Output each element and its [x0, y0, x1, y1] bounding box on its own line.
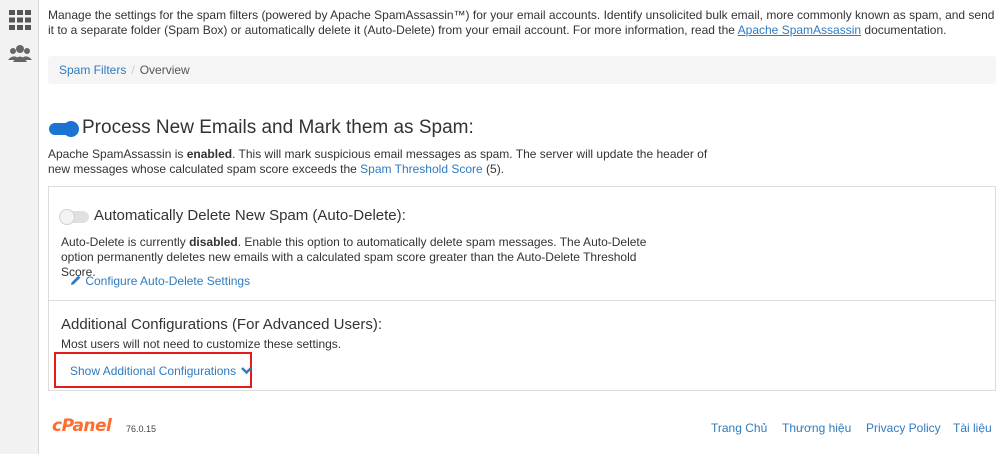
- intro-text: Manage the settings for the spam filters…: [48, 8, 998, 38]
- show-additional-label: Show Additional Configurations: [70, 364, 237, 378]
- breadcrumb: Spam Filters / Overview: [48, 56, 996, 84]
- footer-link-home[interactable]: Trang Chủ: [711, 421, 767, 435]
- configure-auto-delete-link[interactable]: Configure Auto-Delete Settings: [70, 274, 250, 288]
- chevron-down-icon: [241, 367, 253, 375]
- left-sidebar: [0, 0, 39, 454]
- additional-config-description: Most users will not need to customize th…: [61, 337, 342, 351]
- status-enabled: enabled: [186, 147, 233, 161]
- footer-link-documentation[interactable]: Tài liệu: [953, 421, 992, 435]
- desc-part: (5).: [482, 162, 505, 176]
- version-number: 76.0.15: [126, 424, 157, 434]
- main-content: Manage the settings for the spam filters…: [39, 0, 1000, 454]
- breadcrumb-overview: Overview: [139, 63, 190, 77]
- auto-delete-heading: Automatically Delete New Spam (Auto-Dele…: [94, 207, 406, 224]
- cpanel-logo[interactable]: cPanel: [52, 416, 112, 436]
- toggle-knob: [59, 209, 75, 225]
- auto-delete-toggle[interactable]: [59, 209, 89, 225]
- desc-part: Apache SpamAssassin is: [48, 147, 187, 161]
- grid-icon[interactable]: [8, 9, 32, 31]
- show-additional-configurations-button[interactable]: Show Additional Configurations: [70, 364, 253, 378]
- footer-link-trademarks[interactable]: Thương hiệu: [782, 421, 851, 435]
- spam-threshold-score-link[interactable]: Spam Threshold Score: [360, 162, 483, 176]
- apache-spamassassin-link[interactable]: Apache SpamAssassin: [738, 23, 861, 37]
- process-spam-toggle[interactable]: [49, 121, 79, 137]
- footer: cPanel 76.0.15 Trang Chủ Thương hiệu Pri…: [39, 410, 1000, 450]
- process-spam-heading: Process New Emails and Mark them as Spam…: [82, 117, 474, 138]
- panel-divider: [49, 300, 995, 301]
- status-disabled: disabled: [189, 235, 238, 249]
- breadcrumb-separator: /: [131, 63, 135, 77]
- users-icon[interactable]: [8, 43, 32, 65]
- settings-panel: Automatically Delete New Spam (Auto-Dele…: [48, 186, 996, 391]
- pencil-icon: [71, 275, 81, 285]
- toggle-knob: [63, 121, 79, 137]
- additional-config-heading: Additional Configurations (For Advanced …: [61, 316, 382, 333]
- breadcrumb-spam-filters[interactable]: Spam Filters: [59, 63, 126, 77]
- footer-link-privacy-policy[interactable]: Privacy Policy: [866, 421, 941, 435]
- configure-auto-delete-label: Configure Auto-Delete Settings: [85, 274, 251, 288]
- desc-part: Auto-Delete is currently: [61, 235, 190, 249]
- process-spam-description: Apache SpamAssassin is enabled. This wil…: [48, 147, 708, 177]
- intro-text-part: documentation.: [861, 23, 947, 37]
